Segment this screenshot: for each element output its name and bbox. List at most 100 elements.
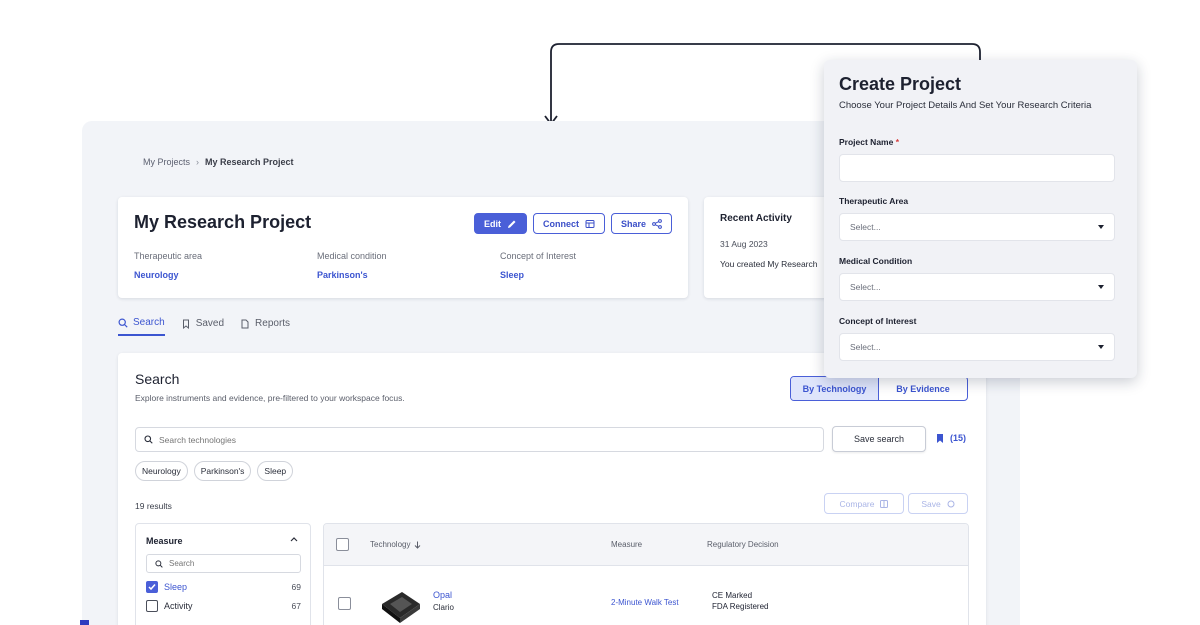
share-button-label: Share [621, 218, 647, 229]
connect-button[interactable]: Connect [533, 213, 605, 234]
required-mark: * [895, 137, 900, 147]
column-technology[interactable]: Technology [370, 540, 421, 549]
filter-item-count: 67 [291, 601, 301, 611]
breadcrumb-my-projects[interactable]: My Projects [143, 157, 190, 167]
meta-concept-of-interest: Concept of Interest Sleep [500, 251, 576, 280]
chip-sleep[interactable]: Sleep [257, 461, 294, 481]
project-name-input[interactable] [839, 154, 1115, 182]
connect-icon [585, 219, 595, 228]
bookmark-icon [182, 319, 189, 329]
regulatory-line: FDA Registered [712, 602, 769, 611]
save-button-label: Save [921, 498, 941, 509]
breadcrumb: My Projects › My Research Project [143, 157, 294, 167]
therapeutic-area-select[interactable]: Select... [839, 213, 1115, 241]
filter-search-input[interactable] [169, 559, 289, 568]
activity-date: 31 Aug 2023 [720, 239, 768, 249]
measure-link[interactable]: 2-Minute Walk Test [611, 598, 679, 607]
project-name-label: Project Name * [839, 137, 899, 147]
search-panel: Search Explore instruments and evidence,… [118, 353, 986, 625]
share-button[interactable]: Share [611, 213, 673, 234]
checkbox-checked[interactable] [146, 581, 158, 593]
meta-label: Medical condition [317, 251, 387, 261]
checkmark-icon [148, 584, 156, 591]
technology-name-link[interactable]: Opal [433, 590, 452, 600]
by-technology-toggle[interactable]: By Technology [791, 377, 879, 400]
meta-therapeutic-area: Therapeutic area Neurology [134, 251, 202, 280]
select-placeholder: Select... [850, 222, 881, 232]
technology-maker: Clario [433, 603, 454, 612]
meta-value[interactable]: Parkinson's [317, 270, 387, 280]
meta-label: Therapeutic area [134, 251, 203, 261]
chip-neurology[interactable]: Neurology [135, 461, 188, 481]
column-label: Measure [611, 540, 643, 549]
row-checkbox[interactable] [338, 597, 351, 610]
dialog-subtitle: Choose Your Project Details And Set Your… [839, 100, 1092, 111]
bookmark-filled-icon [937, 433, 943, 443]
concept-of-interest-select[interactable]: Select... [839, 333, 1115, 361]
compare-button-label: Compare [839, 498, 875, 509]
filter-item-label: Sleep [164, 582, 188, 592]
meta-label: Concept of Interest [500, 251, 577, 261]
connect-button-label: Connect [543, 218, 579, 229]
regulatory-line: CE Marked [712, 591, 753, 600]
filter-item-label: Activity [164, 601, 193, 611]
saved-searches-link[interactable]: (15) [936, 433, 966, 443]
search-icon [155, 559, 163, 568]
create-project-dialog: Create Project Choose Your Project Detai… [824, 60, 1137, 378]
tab-label: Saved [195, 318, 225, 329]
tab-bar: Search Saved Reports [118, 317, 290, 336]
results-count: 19 results [135, 501, 172, 511]
technology-search-input[interactable] [159, 434, 759, 445]
filter-item-count: 69 [291, 582, 301, 592]
filter-item-sleep[interactable]: Sleep 69 [146, 581, 301, 593]
pencil-icon [508, 220, 516, 228]
chevron-up-icon[interactable] [290, 536, 298, 542]
caret-down-icon [1098, 225, 1104, 229]
column-regulatory-decision[interactable]: Regulatory Decision [707, 540, 779, 549]
activity-title: Recent Activity [720, 213, 792, 224]
therapeutic-area-label: Therapeutic Area [839, 196, 909, 206]
activity-text: You created My Research [720, 259, 818, 269]
medical-condition-select[interactable]: Select... [839, 273, 1115, 301]
column-measure[interactable]: Measure [611, 540, 642, 549]
edit-button-label: Edit [484, 218, 501, 229]
share-icon [652, 218, 662, 229]
search-icon [144, 435, 153, 444]
scroll-marker [80, 620, 89, 625]
save-button[interactable]: Save [908, 493, 968, 514]
filter-search-box [146, 554, 301, 573]
select-all-checkbox[interactable] [336, 538, 349, 551]
measure-filter-panel: Measure Sleep 69 Activity 67 [135, 523, 311, 625]
column-label: Regulatory Decision [707, 540, 779, 549]
select-placeholder: Select... [850, 342, 881, 352]
project-actions: Edit Connect Share [474, 213, 673, 234]
save-search-button[interactable]: Save search [832, 426, 926, 452]
search-icon [118, 317, 128, 328]
checkbox[interactable] [146, 600, 158, 612]
device-image [382, 592, 420, 623]
compare-icon [880, 499, 889, 508]
breadcrumb-current: My Research Project [205, 157, 294, 167]
select-placeholder: Select... [850, 282, 881, 292]
filter-chips: Neurology Parkinson's Sleep [135, 461, 294, 481]
meta-value[interactable]: Neurology [134, 270, 202, 280]
save-icon [947, 500, 955, 507]
column-label: Technology [370, 540, 411, 549]
filter-item-activity[interactable]: Activity 67 [146, 600, 301, 612]
by-evidence-toggle[interactable]: By Evidence [879, 377, 967, 400]
tab-reports[interactable]: Reports [240, 317, 290, 336]
tab-label: Reports [255, 318, 291, 329]
compare-button[interactable]: Compare [824, 493, 904, 514]
search-panel-title: Search [135, 371, 180, 387]
filter-title: Measure [146, 536, 183, 546]
tab-saved[interactable]: Saved [181, 317, 224, 336]
meta-value[interactable]: Sleep [500, 270, 576, 280]
project-title: My Research Project [134, 212, 312, 232]
tab-search[interactable]: Search [118, 317, 165, 336]
dialog-title: Create Project [839, 74, 962, 94]
arrow-down-icon [415, 541, 421, 549]
view-toggle: By Technology By Evidence [790, 376, 968, 401]
technology-search-box [135, 427, 824, 452]
edit-button[interactable]: Edit [474, 213, 527, 234]
chip-parkinsons[interactable]: Parkinson's [193, 461, 252, 481]
